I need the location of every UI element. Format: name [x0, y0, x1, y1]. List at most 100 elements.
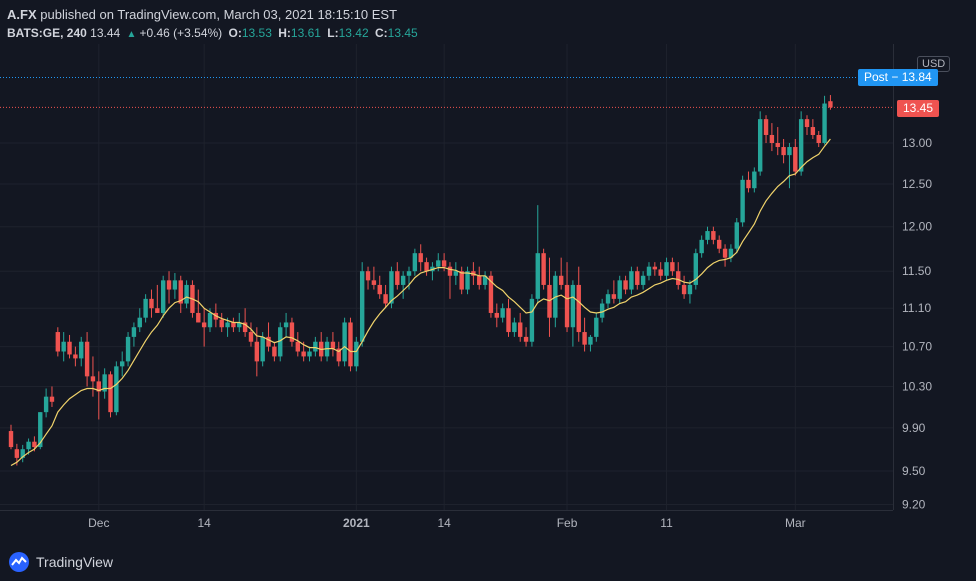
price-chart[interactable]: 9.20 9.50 9.90 10.30 10.70 11.10 11.50 12.00 12.… [0, 44, 976, 550]
candle [652, 262, 658, 276]
candle [178, 275, 183, 313]
candle-body [248, 332, 254, 342]
candle [500, 303, 505, 323]
candle-body [272, 346, 277, 357]
candle-body [73, 354, 78, 359]
candle-body [365, 271, 371, 281]
candle [617, 275, 622, 304]
candle-body [740, 179, 745, 223]
candle-body [611, 294, 617, 299]
candle [681, 275, 687, 299]
candle-body [359, 271, 365, 342]
price-change: +0.46 (+3.54%) [139, 26, 223, 40]
candle-body [640, 275, 646, 285]
candle-body [26, 441, 31, 450]
candle-body [307, 351, 312, 357]
candle-body [137, 317, 142, 328]
candle [55, 327, 61, 357]
candle-body [676, 271, 681, 285]
candle [219, 312, 224, 333]
candle [822, 95, 827, 145]
candle-body [143, 298, 148, 318]
candle [541, 248, 546, 290]
candle-body [196, 312, 201, 323]
candle [775, 127, 780, 156]
candle-body [354, 341, 359, 367]
candle [482, 271, 488, 290]
candle-body [79, 341, 84, 359]
last-price: 13.44 [90, 26, 121, 40]
candle-body [798, 119, 804, 172]
candle-body [120, 361, 125, 367]
candle [400, 271, 406, 299]
candle-body [506, 308, 511, 333]
candle [576, 266, 581, 342]
brand-name[interactable]: TradingView [36, 554, 113, 570]
candle-body [635, 271, 640, 285]
candle [816, 131, 821, 148]
candle [570, 280, 576, 347]
candle-body [172, 280, 178, 290]
candle-body [822, 103, 827, 143]
candle [201, 308, 207, 347]
candle-body [84, 341, 90, 377]
footer: TradingView [8, 550, 113, 574]
candle [283, 312, 289, 337]
candle [248, 322, 254, 347]
candle [506, 298, 511, 337]
time-axis-label: 2021 [343, 516, 370, 530]
candle-body [125, 336, 131, 362]
candle [699, 235, 704, 258]
candle-body [406, 271, 412, 276]
high-label: H: [278, 26, 291, 40]
price-axis-label: 10.70 [902, 340, 932, 354]
candle-body [623, 280, 628, 290]
candle-body [594, 317, 599, 337]
candle [8, 424, 14, 450]
candle-body [330, 341, 336, 349]
close-value: 13.45 [387, 26, 418, 40]
candle-body [32, 441, 37, 448]
candle [664, 257, 669, 281]
candle [108, 371, 113, 418]
price-axis-label: 12.00 [902, 220, 932, 234]
candle-body [500, 308, 505, 318]
time-axis-label: Feb [557, 516, 578, 530]
low-label: L: [327, 26, 339, 40]
candle [231, 317, 236, 333]
time-axis-label: 11 [660, 516, 673, 530]
candle-body [588, 336, 593, 345]
price-axis-label: 9.50 [902, 464, 926, 478]
candle-body [681, 284, 687, 295]
candle-body [617, 280, 622, 299]
candle [20, 444, 25, 463]
candle [494, 303, 499, 328]
candle-body [342, 322, 347, 362]
candle-body [523, 336, 529, 342]
candle-body [705, 231, 710, 240]
price-axis-label: 12.50 [902, 177, 932, 191]
candle-body [155, 308, 160, 313]
grid [0, 44, 893, 510]
low-value: 13.42 [338, 26, 369, 40]
candle-body [746, 179, 751, 189]
candle-body [114, 366, 119, 413]
candle-body [90, 376, 96, 382]
candle-body [295, 341, 300, 352]
candle [623, 275, 628, 295]
symbol-label[interactable]: BATS:GE, 240 [7, 26, 87, 40]
candle [529, 294, 535, 347]
candle-body [793, 147, 798, 172]
candle [131, 322, 137, 347]
candle-body [313, 341, 318, 352]
author-name[interactable]: A.FX [7, 7, 37, 22]
candle [658, 262, 663, 281]
candle [395, 262, 400, 290]
candle [242, 308, 248, 337]
candle [61, 332, 66, 362]
tradingview-logo-icon[interactable] [8, 551, 30, 573]
candle [377, 275, 382, 299]
candle-body [424, 262, 429, 272]
candle-body [254, 341, 260, 362]
candle-body [652, 266, 658, 270]
